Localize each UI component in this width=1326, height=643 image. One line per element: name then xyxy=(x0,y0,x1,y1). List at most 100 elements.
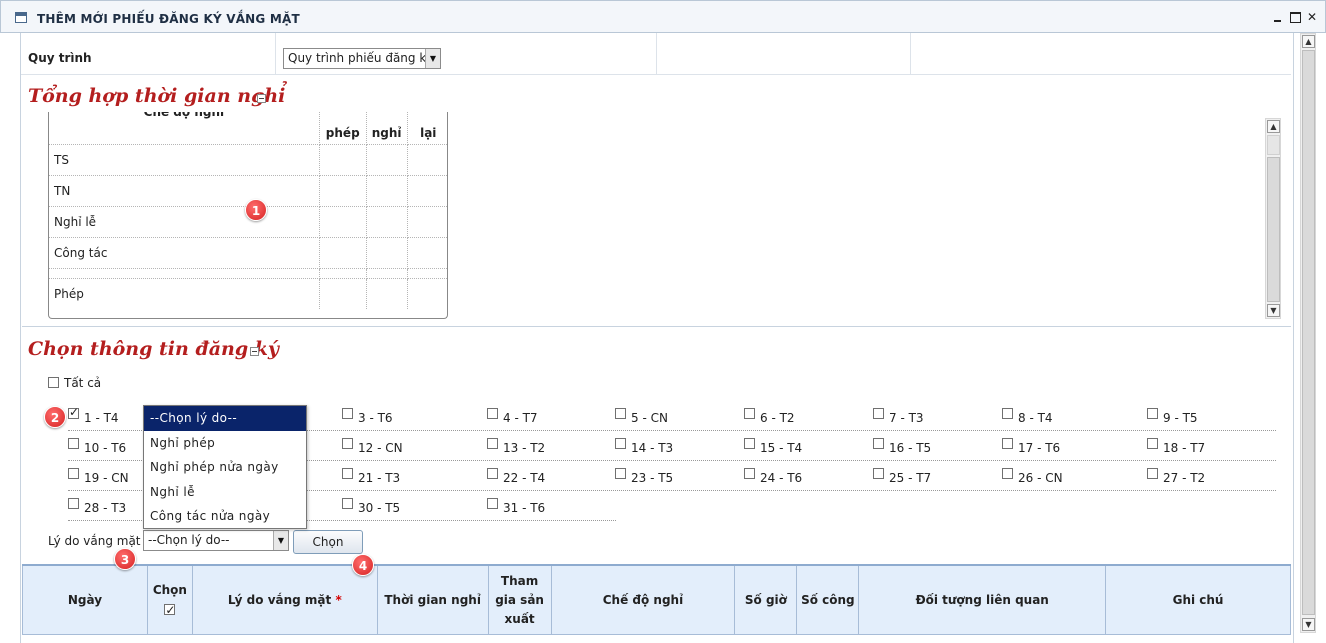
day-checkbox[interactable] xyxy=(68,498,79,509)
day-checkbox[interactable] xyxy=(1147,468,1158,479)
col-date[interactable]: Ngày xyxy=(22,564,148,635)
detail-table-header: Ngày Chọn Lý do vắng mặt * Thời gian ngh… xyxy=(22,564,1291,635)
scroll-up-arrow-icon[interactable]: ▲ xyxy=(1267,120,1280,133)
table-row: Công tác xyxy=(49,237,447,269)
day-checkbox[interactable] xyxy=(744,468,755,479)
section-divider xyxy=(22,326,1291,327)
day-label: 1 - T4 xyxy=(84,411,119,425)
day-label: 5 - CN xyxy=(631,411,668,425)
day-checkbox[interactable] xyxy=(68,468,79,479)
day-checkbox[interactable] xyxy=(1147,438,1158,449)
summary-row-label: Nghỉ lễ xyxy=(49,206,320,238)
col-note[interactable]: Ghi chú xyxy=(1105,564,1291,635)
window-titlebar: THÊM MỚI PHIẾU ĐĂNG KÝ VẮNG MẶT ✕ xyxy=(0,0,1326,33)
day-label: 4 - T7 xyxy=(503,411,538,425)
col-production[interactable]: Tham gia sản xuất xyxy=(487,564,552,635)
close-icon[interactable]: ✕ xyxy=(1305,9,1319,25)
summary-row-label xyxy=(49,268,320,279)
window-title: THÊM MỚI PHIẾU ĐĂNG KÝ VẮNG MẶT xyxy=(37,12,300,26)
day-label: 17 - T6 xyxy=(1018,441,1061,455)
col-leave-mode[interactable]: Chế độ nghỉ xyxy=(550,564,736,635)
day-label: 7 - T3 xyxy=(889,411,924,425)
process-row: Quy trình Quy trình phiếu đăng k ▼ xyxy=(21,33,1291,75)
day-checkbox[interactable] xyxy=(615,468,626,479)
day-checkbox[interactable] xyxy=(342,438,353,449)
annotation-badge: 1 xyxy=(245,199,267,221)
day-label: 27 - T2 xyxy=(1163,471,1206,485)
summary-row-label: Công tác xyxy=(49,237,320,269)
required-mark: * xyxy=(335,592,342,607)
summary-row-label: TN xyxy=(49,175,320,207)
reason-dropdown-list[interactable]: --Chọn lý do-- Nghỉ phép Nghỉ phép nửa n… xyxy=(143,405,307,529)
day-label: 16 - T5 xyxy=(889,441,932,455)
day-label: 13 - T2 xyxy=(503,441,546,455)
scroll-thumb[interactable] xyxy=(1302,50,1315,615)
day-checkbox[interactable] xyxy=(873,408,884,419)
day-checkbox[interactable] xyxy=(744,438,755,449)
choose-button[interactable]: Chọn xyxy=(293,530,363,554)
day-label: 9 - T5 xyxy=(1163,411,1198,425)
col-related[interactable]: Đối tượng liên quan xyxy=(858,564,1107,635)
day-checkbox[interactable] xyxy=(1002,408,1013,419)
day-checkbox[interactable] xyxy=(873,438,884,449)
maximize-icon[interactable] xyxy=(1288,9,1302,25)
annotation-badge: 4 xyxy=(352,554,374,576)
day-label: 31 - T6 xyxy=(503,501,546,515)
scroll-track xyxy=(1267,135,1280,155)
scroll-down-arrow-icon[interactable]: ▼ xyxy=(1302,618,1315,631)
col-choose[interactable]: Chọn xyxy=(146,564,193,635)
day-checkbox[interactable] xyxy=(487,408,498,419)
collapse-icon[interactable] xyxy=(250,347,259,356)
summary-col-phep: phép xyxy=(319,112,367,145)
dropdown-option[interactable]: Nghỉ phép xyxy=(144,431,306,456)
day-checkbox[interactable] xyxy=(1147,408,1158,419)
col-off-time[interactable]: Thời gian nghỉ xyxy=(376,564,489,635)
process-select[interactable]: Quy trình phiếu đăng k ▼ xyxy=(283,48,441,69)
day-checkbox[interactable] xyxy=(487,498,498,509)
col-reason[interactable]: Lý do vắng mặt * xyxy=(191,564,378,635)
dropdown-option[interactable]: Nghỉ phép nửa ngày xyxy=(144,455,306,480)
day-checkbox[interactable] xyxy=(873,468,884,479)
scroll-thumb[interactable] xyxy=(1267,157,1280,302)
scroll-down-arrow-icon[interactable]: ▼ xyxy=(1267,304,1280,317)
day-checkbox[interactable] xyxy=(1002,468,1013,479)
reason-select[interactable]: --Chọn lý do-- ▼ xyxy=(143,530,289,551)
dropdown-option[interactable]: Nghỉ lễ xyxy=(144,480,306,505)
annotation-badge: 2 xyxy=(44,406,66,428)
chevron-down-icon[interactable]: ▼ xyxy=(273,531,288,550)
scroll-up-arrow-icon[interactable]: ▲ xyxy=(1302,35,1315,48)
minimize-icon[interactable] xyxy=(1271,9,1285,25)
day-checkbox[interactable] xyxy=(615,438,626,449)
day-checkbox[interactable] xyxy=(615,408,626,419)
day-checkbox[interactable] xyxy=(342,408,353,419)
column-divider xyxy=(910,33,911,75)
day-checkbox[interactable] xyxy=(342,468,353,479)
dropdown-option[interactable]: Công tác nửa ngày xyxy=(144,504,306,529)
col-choose-label: Chọn xyxy=(152,583,187,597)
dropdown-option[interactable]: --Chọn lý do-- xyxy=(144,406,306,431)
day-checkbox[interactable] xyxy=(744,408,755,419)
page-scrollbar[interactable]: ▲ ▼ xyxy=(1300,33,1316,633)
chevron-down-icon[interactable]: ▼ xyxy=(425,49,440,68)
summary-col-lai: lại xyxy=(407,112,447,145)
day-label: 14 - T3 xyxy=(631,441,674,455)
col-workdays[interactable]: Số công xyxy=(796,564,860,635)
day-label: 23 - T5 xyxy=(631,471,674,485)
day-checkbox[interactable] xyxy=(68,438,79,449)
day-checkbox[interactable] xyxy=(487,468,498,479)
choose-all-checkbox[interactable] xyxy=(164,601,175,620)
col-hours[interactable]: Số giờ xyxy=(734,564,798,635)
process-label: Quy trình xyxy=(28,51,92,65)
summary-scrollbar[interactable]: ▲ ▼ xyxy=(1265,118,1281,319)
day-checkbox[interactable] xyxy=(1002,438,1013,449)
annotation-badge: 3 xyxy=(114,548,136,570)
day-checkbox[interactable] xyxy=(487,438,498,449)
collapse-icon[interactable] xyxy=(257,94,266,103)
day-label: 30 - T5 xyxy=(358,501,401,515)
select-all-checkbox[interactable] xyxy=(48,377,59,388)
day-label: 18 - T7 xyxy=(1163,441,1206,455)
day-checkbox[interactable] xyxy=(68,405,79,419)
day-label: 12 - CN xyxy=(358,441,403,455)
day-checkbox[interactable] xyxy=(342,498,353,509)
summary-row-label: Phép xyxy=(49,278,320,309)
